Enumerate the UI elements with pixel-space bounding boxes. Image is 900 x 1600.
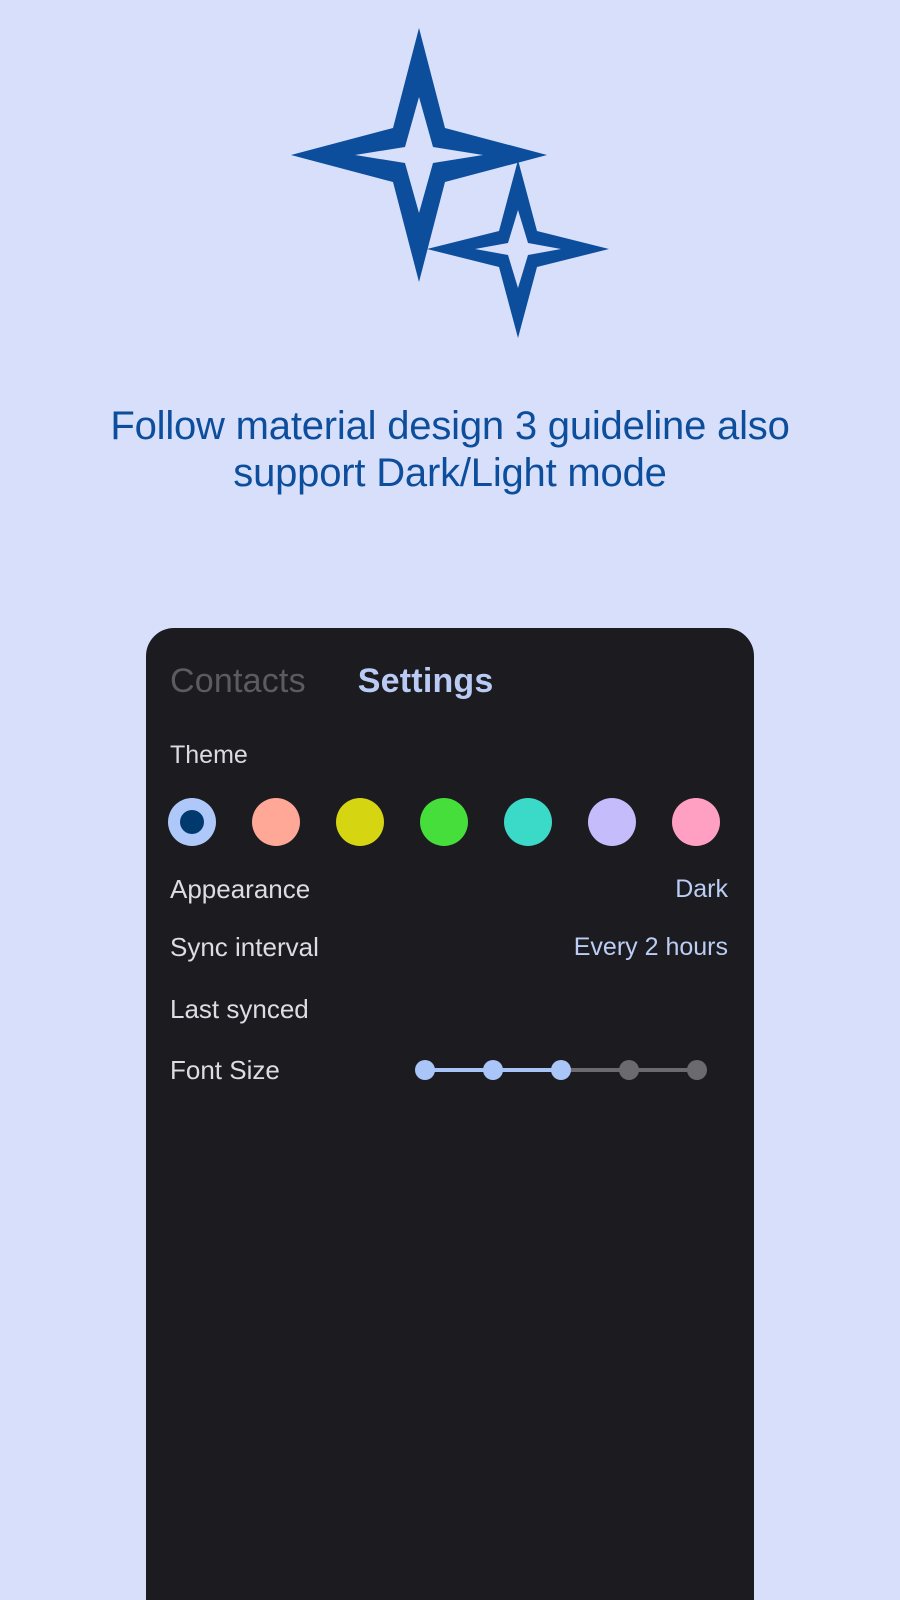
row-sync-interval-label: Sync interval xyxy=(170,932,319,962)
row-last-synced-label: Last synced xyxy=(170,994,309,1024)
row-last-synced[interactable]: Last synced xyxy=(146,980,754,1038)
app-preview-card: Contacts Settings Theme Appearance Dark … xyxy=(146,628,754,1600)
slider-tick-3[interactable] xyxy=(551,1060,571,1080)
theme-swatch-blue[interactable] xyxy=(168,798,216,846)
app-logo xyxy=(0,18,900,348)
row-sync-interval-value: Every 2 hours xyxy=(573,933,728,961)
row-appearance-value: Dark xyxy=(675,875,728,903)
theme-swatch-selected-indicator xyxy=(180,810,204,834)
theme-swatch-salmon[interactable] xyxy=(252,798,300,846)
tab-bar: Contacts Settings xyxy=(146,650,754,712)
theme-swatch-yellow[interactable] xyxy=(336,798,384,846)
slider-tick-1[interactable] xyxy=(415,1060,435,1080)
row-appearance-label: Appearance xyxy=(170,874,311,904)
settings-rows: Appearance Dark Sync interval Every 2 ho… xyxy=(146,860,754,1102)
row-font-size[interactable]: Font Size xyxy=(146,1038,754,1102)
slider-tick-4[interactable] xyxy=(619,1060,639,1080)
slider-tick-2[interactable] xyxy=(483,1060,503,1080)
row-sync-interval[interactable]: Sync interval Every 2 hours xyxy=(146,918,754,976)
theme-section-label: Theme xyxy=(170,741,248,769)
tagline: Follow material design 3 guideline also … xyxy=(110,404,790,495)
tab-settings[interactable]: Settings xyxy=(358,661,494,701)
double-sparkle-star-icon xyxy=(291,28,609,338)
theme-swatch-row xyxy=(168,796,732,848)
slider-tick-5[interactable] xyxy=(687,1060,707,1080)
feature-graphic-page: Follow material design 3 guideline also … xyxy=(0,0,900,1600)
theme-swatch-teal[interactable] xyxy=(504,798,552,846)
theme-swatch-green[interactable] xyxy=(420,798,468,846)
row-appearance[interactable]: Appearance Dark xyxy=(146,860,754,918)
tab-contacts[interactable]: Contacts xyxy=(170,661,306,701)
theme-swatch-pink[interactable] xyxy=(672,798,720,846)
row-font-size-label: Font Size xyxy=(170,1055,280,1085)
theme-swatch-lavender[interactable] xyxy=(588,798,636,846)
font-size-slider[interactable] xyxy=(415,1060,707,1080)
